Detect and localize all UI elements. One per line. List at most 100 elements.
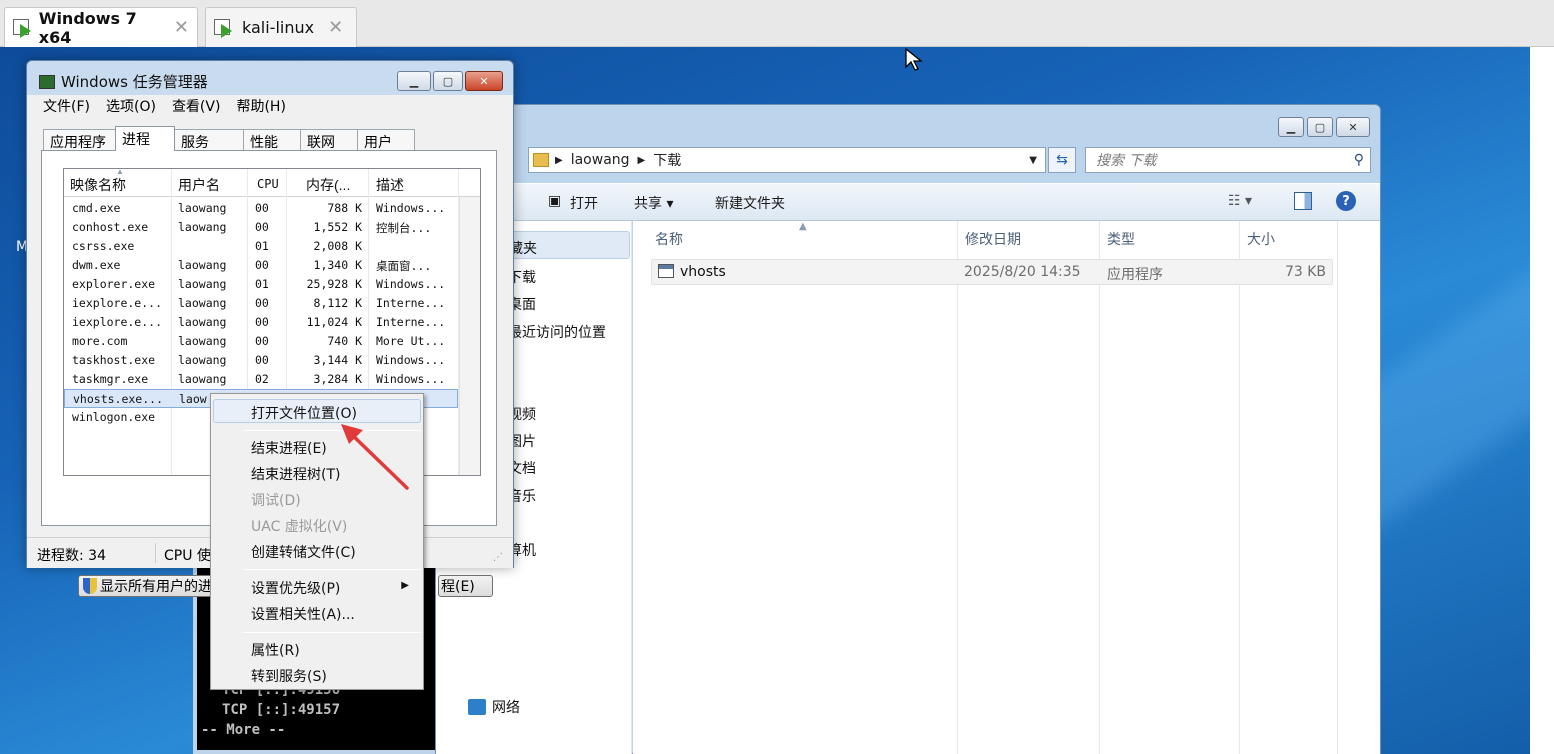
folder-icon bbox=[533, 153, 549, 167]
process-cpu: 00 bbox=[255, 315, 269, 329]
annotation-arrow-icon bbox=[341, 424, 409, 490]
process-user: laowang bbox=[178, 220, 227, 234]
refresh-button[interactable]: ⇆ bbox=[1048, 147, 1076, 173]
process-row[interactable]: iexplore.e... laowang 00 8,112 K Interne... bbox=[64, 294, 458, 313]
process-desc: Interne... bbox=[376, 315, 446, 329]
cmd-line: -- More -- bbox=[201, 722, 286, 738]
vm-power-icon bbox=[214, 18, 234, 38]
tab-services[interactable]: 服务 bbox=[174, 129, 244, 151]
column-header-image[interactable]: 映像名称 bbox=[70, 175, 126, 195]
process-image: iexplore.e... bbox=[72, 315, 163, 329]
process-cpu: 01 bbox=[255, 239, 269, 253]
process-image: cmd.exe bbox=[72, 201, 121, 215]
process-desc: Windows... bbox=[376, 201, 446, 215]
file-type: 应用程序 bbox=[1107, 267, 1163, 283]
menu-item-properties[interactable]: 属性(R) bbox=[251, 640, 300, 660]
process-mem: 1,340 K bbox=[313, 258, 362, 272]
process-mem: 788 K bbox=[327, 201, 362, 215]
process-mem: 3,284 K bbox=[313, 372, 362, 386]
process-row[interactable]: dwm.exe laowang 00 1,340 K 桌面窗... bbox=[64, 256, 458, 275]
process-row[interactable]: more.com laowang 00 740 K More Ut... bbox=[64, 332, 458, 351]
menu-item-go-to-service[interactable]: 转到服务(S) bbox=[251, 666, 327, 686]
view-options-icon[interactable]: ☷ ▾ bbox=[1228, 193, 1252, 209]
chevron-down-icon[interactable]: ▼ bbox=[1029, 155, 1037, 166]
preview-pane-icon[interactable] bbox=[1294, 192, 1312, 210]
column-header-modified[interactable]: 修改日期 bbox=[965, 229, 1021, 249]
process-user: laowang bbox=[178, 296, 227, 310]
column-header-memory[interactable]: 内存(... bbox=[306, 175, 350, 195]
minimize-button[interactable]: ▁ bbox=[1278, 117, 1304, 137]
process-user: laowang bbox=[178, 277, 227, 291]
network-icon bbox=[468, 699, 486, 715]
explorer-window: ▁ ▢ ✕ ▶ laowang ▶ 下载 ▼ ⇆ 搜索 下载 ⚲ ▣ 打开 共享… bbox=[435, 104, 1381, 754]
process-user: laowang bbox=[178, 201, 227, 215]
task-manager-icon bbox=[39, 74, 55, 89]
tab-label: kali-linux bbox=[242, 18, 315, 37]
tab-networking[interactable]: 联网 bbox=[300, 129, 358, 151]
process-row[interactable]: explorer.exe laowang 01 25,928 K Windows... bbox=[64, 275, 458, 294]
menu-help[interactable]: 帮助(H) bbox=[236, 96, 285, 116]
tab-users[interactable]: 用户 bbox=[357, 129, 415, 151]
process-row[interactable]: taskhost.exe laowang 00 3,144 K Windows... bbox=[64, 351, 458, 370]
column-header-type[interactable]: 类型 bbox=[1107, 229, 1135, 249]
tab-kali-linux[interactable]: kali-linux ✕ bbox=[205, 7, 357, 47]
minimize-button[interactable]: ▁ bbox=[397, 71, 431, 91]
vm-power-icon bbox=[13, 18, 31, 38]
window-controls: ▁ ▢ ✕ bbox=[1278, 117, 1370, 137]
close-button[interactable]: ✕ bbox=[465, 71, 503, 91]
menu-options[interactable]: 选项(O) bbox=[106, 96, 156, 116]
end-process-button[interactable]: 程(E) bbox=[438, 575, 493, 597]
column-header-cpu[interactable]: CPU bbox=[257, 177, 279, 191]
close-button[interactable]: ✕ bbox=[1336, 117, 1370, 137]
share-button[interactable]: 共享 ▾ bbox=[634, 193, 673, 213]
nav-network[interactable]: 网络 bbox=[468, 697, 520, 717]
file-row[interactable]: vhosts 2025/8/20 14:35 应用程序 73 KB bbox=[651, 259, 1333, 285]
menu-file[interactable]: 文件(F) bbox=[43, 96, 90, 116]
close-icon[interactable]: ✕ bbox=[328, 17, 343, 38]
close-icon[interactable]: ✕ bbox=[174, 17, 189, 38]
column-header-size[interactable]: 大小 bbox=[1247, 229, 1275, 249]
process-cpu: 02 bbox=[255, 372, 269, 386]
nav-favorites[interactable]: 藏夹 bbox=[496, 231, 630, 259]
mouse-cursor-icon bbox=[905, 48, 923, 71]
process-row[interactable]: cmd.exe laowang 00 788 K Windows... bbox=[64, 199, 458, 218]
maximize-button[interactable]: ▢ bbox=[433, 71, 463, 91]
process-row[interactable]: taskmgr.exe laowang 02 3,284 K Windows... bbox=[64, 370, 458, 389]
menu-view[interactable]: 查看(V) bbox=[172, 96, 221, 116]
tab-performance[interactable]: 性能 bbox=[243, 129, 301, 151]
column-header-description[interactable]: 描述 bbox=[376, 175, 404, 195]
process-image: conhost.exe bbox=[72, 220, 149, 234]
menu-item-end-process-tree[interactable]: 结束进程树(T) bbox=[251, 464, 340, 484]
tab-processes[interactable]: 进程 bbox=[115, 126, 175, 151]
open-button[interactable]: 打开 bbox=[570, 193, 598, 213]
process-row[interactable]: conhost.exe laowang 00 1,552 K 控制台... bbox=[64, 218, 458, 237]
resize-grip-icon: ⋰ bbox=[493, 552, 503, 563]
menu-item-set-priority[interactable]: 设置优先级(P) bbox=[251, 578, 340, 598]
help-icon[interactable]: ? bbox=[1336, 191, 1356, 211]
tab-windows7[interactable]: Windows 7 x64 ✕ bbox=[4, 7, 198, 47]
breadcrumb-item[interactable]: laowang bbox=[571, 152, 630, 168]
vm-tab-bar: Windows 7 x64 ✕ kali-linux ✕ bbox=[0, 0, 1554, 47]
column-header-user[interactable]: 用户名 bbox=[178, 175, 220, 195]
process-row[interactable]: iexplore.e... laowang 00 11,024 K Interne... bbox=[64, 313, 458, 332]
menu-item-create-dump[interactable]: 创建转储文件(C) bbox=[251, 542, 356, 562]
process-user: laowang bbox=[178, 258, 227, 272]
scrollbar[interactable] bbox=[459, 197, 480, 475]
process-user: laowang bbox=[178, 372, 227, 386]
submenu-arrow-icon: ▶ bbox=[401, 580, 409, 591]
process-mem: 740 K bbox=[327, 334, 362, 348]
column-header-name[interactable]: 名称 bbox=[655, 229, 683, 249]
process-row[interactable]: csrss.exe 01 2,008 K bbox=[64, 237, 458, 256]
nav-recent[interactable]: 最近访问的位置 bbox=[508, 322, 606, 342]
process-cpu: 00 bbox=[255, 353, 269, 367]
maximize-button[interactable]: ▢ bbox=[1307, 117, 1333, 137]
process-mem: 2,008 K bbox=[313, 239, 362, 253]
tab-applications[interactable]: 应用程序 bbox=[43, 129, 116, 151]
search-input[interactable]: 搜索 下载 ⚲ bbox=[1085, 147, 1371, 173]
process-desc: 桌面窗... bbox=[376, 259, 432, 273]
menu-item-end-process[interactable]: 结束进程(E) bbox=[251, 438, 327, 458]
menu-item-set-affinity[interactable]: 设置相关性(A)... bbox=[251, 604, 355, 624]
breadcrumb-item[interactable]: 下载 bbox=[653, 150, 681, 170]
address-bar[interactable]: ▶ laowang ▶ 下载 ▼ bbox=[528, 147, 1046, 173]
new-folder-button[interactable]: 新建文件夹 bbox=[715, 193, 785, 213]
